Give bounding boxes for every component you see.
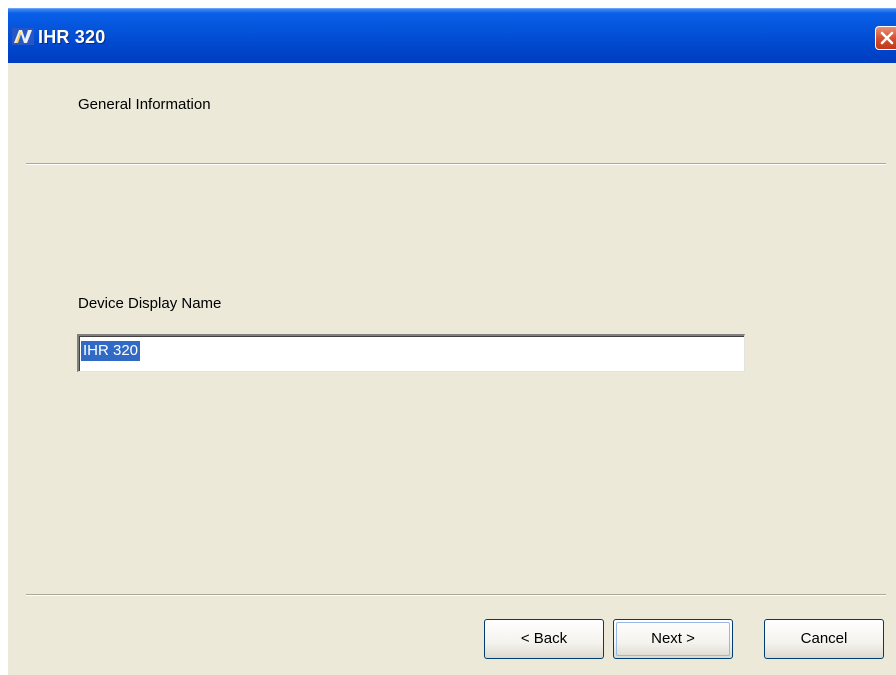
header-divider [26,163,886,165]
app-logo-icon [12,28,34,45]
wizard-window: IHR 320 General Information Device Displ… [8,8,896,675]
title-bar[interactable]: IHR 320 [8,8,896,63]
footer-divider [26,594,886,596]
page-title: General Information [78,96,211,113]
device-display-name-label: Device Display Name [78,295,222,312]
close-button[interactable] [875,26,896,50]
window-title: IHR 320 [38,27,106,47]
device-display-name-value: IHR 320 [81,341,141,361]
next-button[interactable]: Next > [613,619,733,659]
close-x-icon [880,31,894,45]
back-button[interactable]: < Back [484,619,604,659]
cancel-button[interactable]: Cancel [764,619,884,659]
device-display-name-input[interactable]: IHR 320 [77,334,745,372]
